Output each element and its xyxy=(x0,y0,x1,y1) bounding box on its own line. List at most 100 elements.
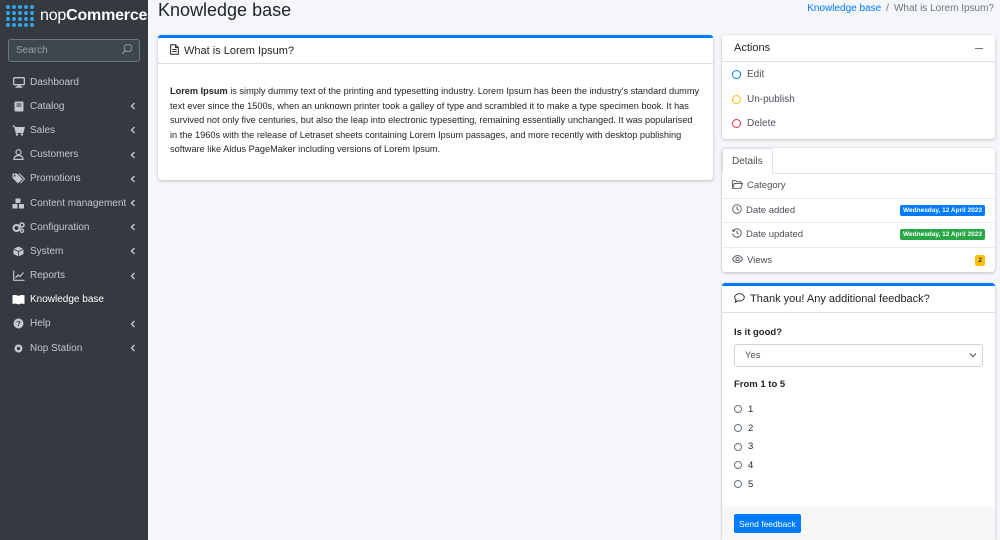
book-icon xyxy=(12,100,25,112)
history-icon xyxy=(731,228,742,241)
rating-option-label: 4 xyxy=(748,459,754,471)
sidebar-item-label: Sales xyxy=(30,124,56,136)
nopstation-icon xyxy=(12,342,25,354)
rating-option-label: 2 xyxy=(748,422,754,434)
actions-title: Actions xyxy=(734,42,771,54)
article-text: is simply dummy text of the printing and… xyxy=(170,86,700,155)
radio-button[interactable] xyxy=(734,461,742,470)
collapse-icon[interactable] xyxy=(975,47,983,49)
breadcrumb-link-knowledge-base[interactable]: Knowledge base xyxy=(807,3,881,14)
radio-button[interactable] xyxy=(734,480,742,489)
views-badge: 2 xyxy=(975,254,985,266)
chevron-left-icon xyxy=(130,126,135,134)
chevron-left-icon xyxy=(130,151,135,159)
chart-icon xyxy=(12,270,25,282)
sidebar-item-nop-station[interactable]: Nop Station xyxy=(0,336,148,360)
user-icon xyxy=(12,149,25,161)
search-icon[interactable] xyxy=(121,43,133,58)
edit-action[interactable]: Edit xyxy=(722,62,995,87)
edit-action-label: Edit xyxy=(747,68,765,80)
chevron-left-icon xyxy=(130,247,135,255)
cart-icon xyxy=(12,124,25,136)
radio-button[interactable] xyxy=(734,424,742,433)
monitor-icon xyxy=(12,76,25,88)
details-card: Details Category Date added Wednesday, 1… xyxy=(722,148,995,272)
is-it-good-value: Yes xyxy=(745,350,761,361)
sidebar: nopCommerce Dashboard Catalog Sales Cust… xyxy=(0,0,148,540)
chevron-left-icon xyxy=(130,272,135,280)
tab-details[interactable]: Details xyxy=(722,148,773,174)
sidebar-item-system[interactable]: System xyxy=(0,239,148,263)
article-header: What is Lorem Ipsum? xyxy=(158,38,713,64)
sidebar-item-customers[interactable]: Customers xyxy=(0,143,148,167)
sidebar-item-sales[interactable]: Sales xyxy=(0,118,148,142)
clock-icon xyxy=(732,204,742,217)
rating-option-2[interactable]: 2 xyxy=(734,419,983,438)
rating-label: From 1 to 5 xyxy=(734,379,786,390)
feedback-title: Thank you! Any additional feedback? xyxy=(750,293,930,305)
sidebar-item-configuration[interactable]: Configuration xyxy=(0,215,148,239)
detail-date-added: Date added Wednesday, 12 April 2023 xyxy=(722,199,995,224)
cubes-icon xyxy=(12,197,25,209)
rating-option-label: 3 xyxy=(748,441,754,453)
chevron-left-icon xyxy=(130,175,135,183)
delete-action[interactable]: Delete xyxy=(722,111,995,136)
article-card: What is Lorem Ipsum? Lorem Ipsum is simp… xyxy=(158,35,713,180)
send-feedback-button[interactable]: Send feedback xyxy=(734,514,801,533)
feedback-card: Thank you! Any additional feedback? Is i… xyxy=(722,283,995,540)
sidebar-item-catalog[interactable]: Catalog xyxy=(0,94,148,118)
brand-name: nopCommerce xyxy=(40,7,148,24)
circle-icon xyxy=(732,69,741,79)
sidebar-search xyxy=(8,39,140,62)
sidebar-search-input[interactable] xyxy=(16,45,116,56)
file-text-icon xyxy=(170,43,179,58)
feedback-footer: Send feedback xyxy=(722,507,995,540)
page-title: Knowledge base xyxy=(158,0,292,20)
sidebar-item-label: Nop Station xyxy=(30,342,83,354)
cogs-icon xyxy=(12,221,25,233)
sidebar-item-label: Help xyxy=(30,318,51,330)
sidebar-item-dashboard[interactable]: Dashboard xyxy=(0,70,148,94)
rating-option-3[interactable]: 3 xyxy=(734,437,983,456)
category-label: Category xyxy=(747,180,786,192)
sidebar-item-reports[interactable]: Reports xyxy=(0,264,148,288)
date-updated-label: Date updated xyxy=(746,229,804,241)
sidebar-item-content-management[interactable]: Content management xyxy=(0,191,148,215)
radio-button[interactable] xyxy=(734,405,742,414)
views-label: Views xyxy=(747,254,773,266)
is-it-good-select[interactable]: Yes xyxy=(734,344,983,367)
sidebar-item-knowledge-base[interactable]: Knowledge base xyxy=(0,288,148,312)
cube-icon xyxy=(12,245,25,257)
is-it-good-label: Is it good? xyxy=(734,327,783,338)
radio-button[interactable] xyxy=(734,442,742,451)
details-tabs: Details xyxy=(722,148,995,174)
rating-option-5[interactable]: 5 xyxy=(734,475,983,494)
question-icon: ? xyxy=(12,318,25,330)
article-body: Lorem Ipsum is simply dummy text of the … xyxy=(158,64,713,157)
sidebar-item-label: Dashboard xyxy=(30,76,79,88)
svg-text:?: ? xyxy=(16,320,21,329)
circle-icon xyxy=(732,119,741,129)
detail-date-updated: Date updated Wednesday, 12 April 2023 xyxy=(722,223,995,248)
open-book-icon xyxy=(12,294,25,306)
breadcrumb-current: What is Lorem Ipsum? xyxy=(893,3,994,14)
chevron-left-icon xyxy=(130,320,135,328)
rating-option-label: 5 xyxy=(748,478,754,490)
sidebar-item-help[interactable]: ? Help xyxy=(0,312,148,336)
brand-logo[interactable]: nopCommerce xyxy=(0,0,148,32)
sidebar-item-label: Reports xyxy=(30,270,66,282)
rating-option-4[interactable]: 4 xyxy=(734,456,983,475)
sidebar-item-promotions[interactable]: Promotions xyxy=(0,167,148,191)
sidebar-item-label: Customers xyxy=(30,149,79,161)
rating-option-1[interactable]: 1 xyxy=(734,400,983,419)
article-lead: Lorem Ipsum xyxy=(170,86,228,96)
article-title: What is Lorem Ipsum? xyxy=(184,44,295,57)
circle-icon xyxy=(732,94,741,104)
eye-icon xyxy=(731,254,744,266)
feedback-header: Thank you! Any additional feedback? xyxy=(722,286,995,313)
chevron-left-icon xyxy=(130,344,135,352)
sidebar-item-label: Knowledge base xyxy=(30,294,104,306)
folder-open-icon xyxy=(731,180,744,192)
unpublish-action[interactable]: Un-publish xyxy=(722,87,995,112)
comment-icon xyxy=(734,292,745,306)
